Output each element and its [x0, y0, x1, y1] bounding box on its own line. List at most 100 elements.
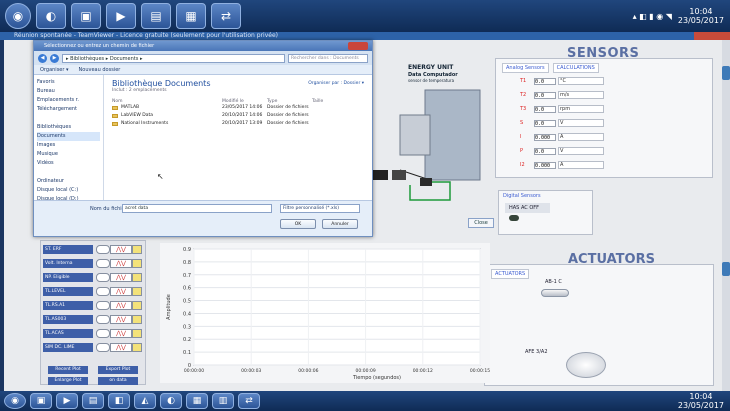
organize-button[interactable]: Organiser ▾ [40, 67, 69, 73]
control-indicator[interactable] [96, 301, 110, 310]
sensor-label: I2 [520, 162, 525, 168]
address-field[interactable]: ▸ Bibliothèques ▸ Documents ▸ [62, 53, 285, 63]
teamviewer-icon[interactable]: ⇄ [211, 3, 241, 29]
folder-icon[interactable]: ▣ [71, 3, 101, 29]
ok-button[interactable]: OK [280, 219, 316, 229]
file-type-select[interactable]: Filtre personnalisé (*.xls) [280, 204, 360, 213]
file-row[interactable]: LabVIEW Data 20/10/2017 14:06 Dossier de… [112, 112, 364, 120]
actuator-switch[interactable] [541, 289, 569, 297]
export-plot-button[interactable]: Export Plot [98, 366, 138, 374]
sensor-row: I 0.000 A [520, 133, 604, 141]
filename-field[interactable]: acret data [122, 204, 272, 213]
nav-item[interactable]: Emplacements r. [37, 96, 100, 105]
side-panel-icon[interactable] [722, 262, 730, 276]
nav-item[interactable]: Vidéos [37, 159, 100, 168]
control-indicator[interactable] [96, 273, 110, 282]
teamviewer-icon[interactable]: ⇄ [238, 393, 260, 409]
labview-icon[interactable]: ◧ [108, 393, 130, 409]
dialog-close-button[interactable] [348, 42, 368, 50]
wave-icon[interactable]: ⋀⋁ [110, 287, 132, 296]
side-panel-icon[interactable] [722, 66, 730, 80]
recent-plot-button[interactable]: Recent Plot [48, 366, 88, 374]
search-input[interactable]: Rechercher dans : Documents [288, 53, 368, 63]
sensor-unit: A [558, 133, 604, 141]
nav-item[interactable]: Ordinateur [37, 177, 100, 186]
side-scrollbar[interactable] [722, 40, 730, 391]
control-swatch [132, 343, 142, 352]
sensor-value: 0.000 [534, 161, 556, 169]
nav-item[interactable]: Favoris [37, 78, 100, 87]
forward-arrow-icon[interactable]: ▶ [50, 53, 59, 63]
control-indicator[interactable] [96, 343, 110, 352]
nav-item[interactable]: Bibliothèques [37, 123, 100, 132]
tab-calculations[interactable]: CALCULATIONS [552, 63, 599, 73]
control-indicator[interactable] [96, 315, 110, 324]
column-header[interactable]: Taille [312, 99, 352, 104]
sensors-panel: Analog Sensors CALCULATIONS [495, 58, 713, 178]
sensor-unit: m/s [558, 91, 604, 99]
control-row: ST. ERF ⋀⋁ [43, 244, 143, 255]
motor-block [399, 114, 431, 156]
nav-item[interactable]: Images [37, 141, 100, 150]
dialog-footer: Nom du fichier : acret data Filtre perso… [34, 200, 372, 236]
control-name: ST. ERF [43, 245, 93, 254]
powerpoint-icon[interactable]: ▥ [212, 393, 234, 409]
control-row: TL.LEVEL ⋀⋁ [43, 286, 143, 297]
actuator-knob[interactable] [566, 352, 606, 378]
control-indicator[interactable] [96, 329, 110, 338]
explorer-icon[interactable]: ▣ [30, 393, 52, 409]
control-name: Volt. Interna [43, 259, 93, 268]
media-icon[interactable]: ▶ [56, 393, 78, 409]
wave-icon[interactable]: ⋀⋁ [110, 259, 132, 268]
document-icon[interactable]: ▦ [176, 3, 206, 29]
control-indicator[interactable] [96, 259, 110, 268]
enlarge-plot-button[interactable]: Enlarge Plot [48, 377, 88, 385]
wave-icon[interactable]: ⋀⋁ [110, 301, 132, 310]
cancel-button[interactable]: Annuler [322, 219, 358, 229]
on-data-button[interactable]: on data [98, 377, 138, 385]
nav-item[interactable]: Bureau [37, 87, 100, 96]
back-arrow-icon[interactable]: ◀ [38, 53, 47, 63]
tab-actuators[interactable]: ACTUATORS [491, 269, 530, 279]
arrange-by[interactable]: Organiser par : Dossier ▾ [308, 81, 364, 86]
control-column: ST. ERF ⋀⋁ Volt. Interna ⋀⋁ NP. Eligible ⋀⋁… [40, 240, 146, 385]
x-tick-label: 00:00:06 [298, 368, 318, 374]
nav-item[interactable]: Disque local (C:) [37, 186, 100, 195]
nav-item[interactable]: Téléchargement [37, 105, 100, 114]
new-folder-button[interactable]: Nouveau dossier [79, 67, 121, 73]
wave-icon[interactable]: ⋀⋁ [110, 315, 132, 324]
tray-icons[interactable]: ▴ ◧ ▮ ◉ ◥ [633, 12, 672, 21]
browser-icon[interactable]: ◐ [36, 3, 66, 29]
clock[interactable]: 10:04 23/05/2017 [678, 392, 724, 410]
sensor-value: 0.000 [534, 133, 556, 141]
matlab-icon[interactable]: ◭ [134, 393, 156, 409]
clock[interactable]: 10:04 23/05/2017 [678, 7, 724, 25]
wave-icon[interactable]: ⋀⋁ [110, 343, 132, 352]
wave-icon[interactable]: ⋀⋁ [110, 329, 132, 338]
y-tick-label: 0.6 [183, 286, 191, 292]
file-name: LabVIEW Data [121, 113, 153, 118]
schematic-button[interactable]: Close [468, 218, 494, 228]
control-indicator[interactable] [96, 245, 110, 254]
wave-icon[interactable]: ⋀⋁ [110, 273, 132, 282]
control-indicator[interactable] [96, 287, 110, 296]
teamviewer-close-button[interactable] [694, 32, 730, 40]
word-icon[interactable]: ▦ [186, 393, 208, 409]
media-icon[interactable]: ▶ [106, 3, 136, 29]
sensor-unit: A [558, 161, 604, 169]
office-icon[interactable]: ▤ [141, 3, 171, 29]
browser-icon[interactable]: ◐ [160, 393, 182, 409]
file-row[interactable]: MATLAB 23/05/2017 14:06 Dossier de fichi… [112, 104, 364, 112]
library-subtitle[interactable]: Inclut : 2 emplacements [112, 88, 364, 93]
wave-icon[interactable]: ⋀⋁ [110, 245, 132, 254]
sensor-row: T1 0.0 °C [520, 77, 604, 85]
tab-analog-sensors[interactable]: Analog Sensors [502, 63, 549, 73]
start-orb-icon[interactable]: ◉ [4, 393, 26, 409]
excel-icon[interactable]: ▤ [82, 393, 104, 409]
file-row[interactable]: National Instruments 20/10/2017 13:09 Do… [112, 120, 364, 128]
nav-item[interactable]: Musique [37, 150, 100, 159]
file-list-pane: Bibliothèque Documents Inclut : 2 emplac… [104, 75, 372, 200]
waveform-chart[interactable]: 0.9 0.8 0.7 0.6 0.5 0.4 0.3 0.2 0.1 0 00:00:00 00:0… [160, 243, 490, 383]
start-orb-icon[interactable]: ◉ [5, 3, 31, 29]
nav-item[interactable]: Documents [37, 132, 100, 141]
